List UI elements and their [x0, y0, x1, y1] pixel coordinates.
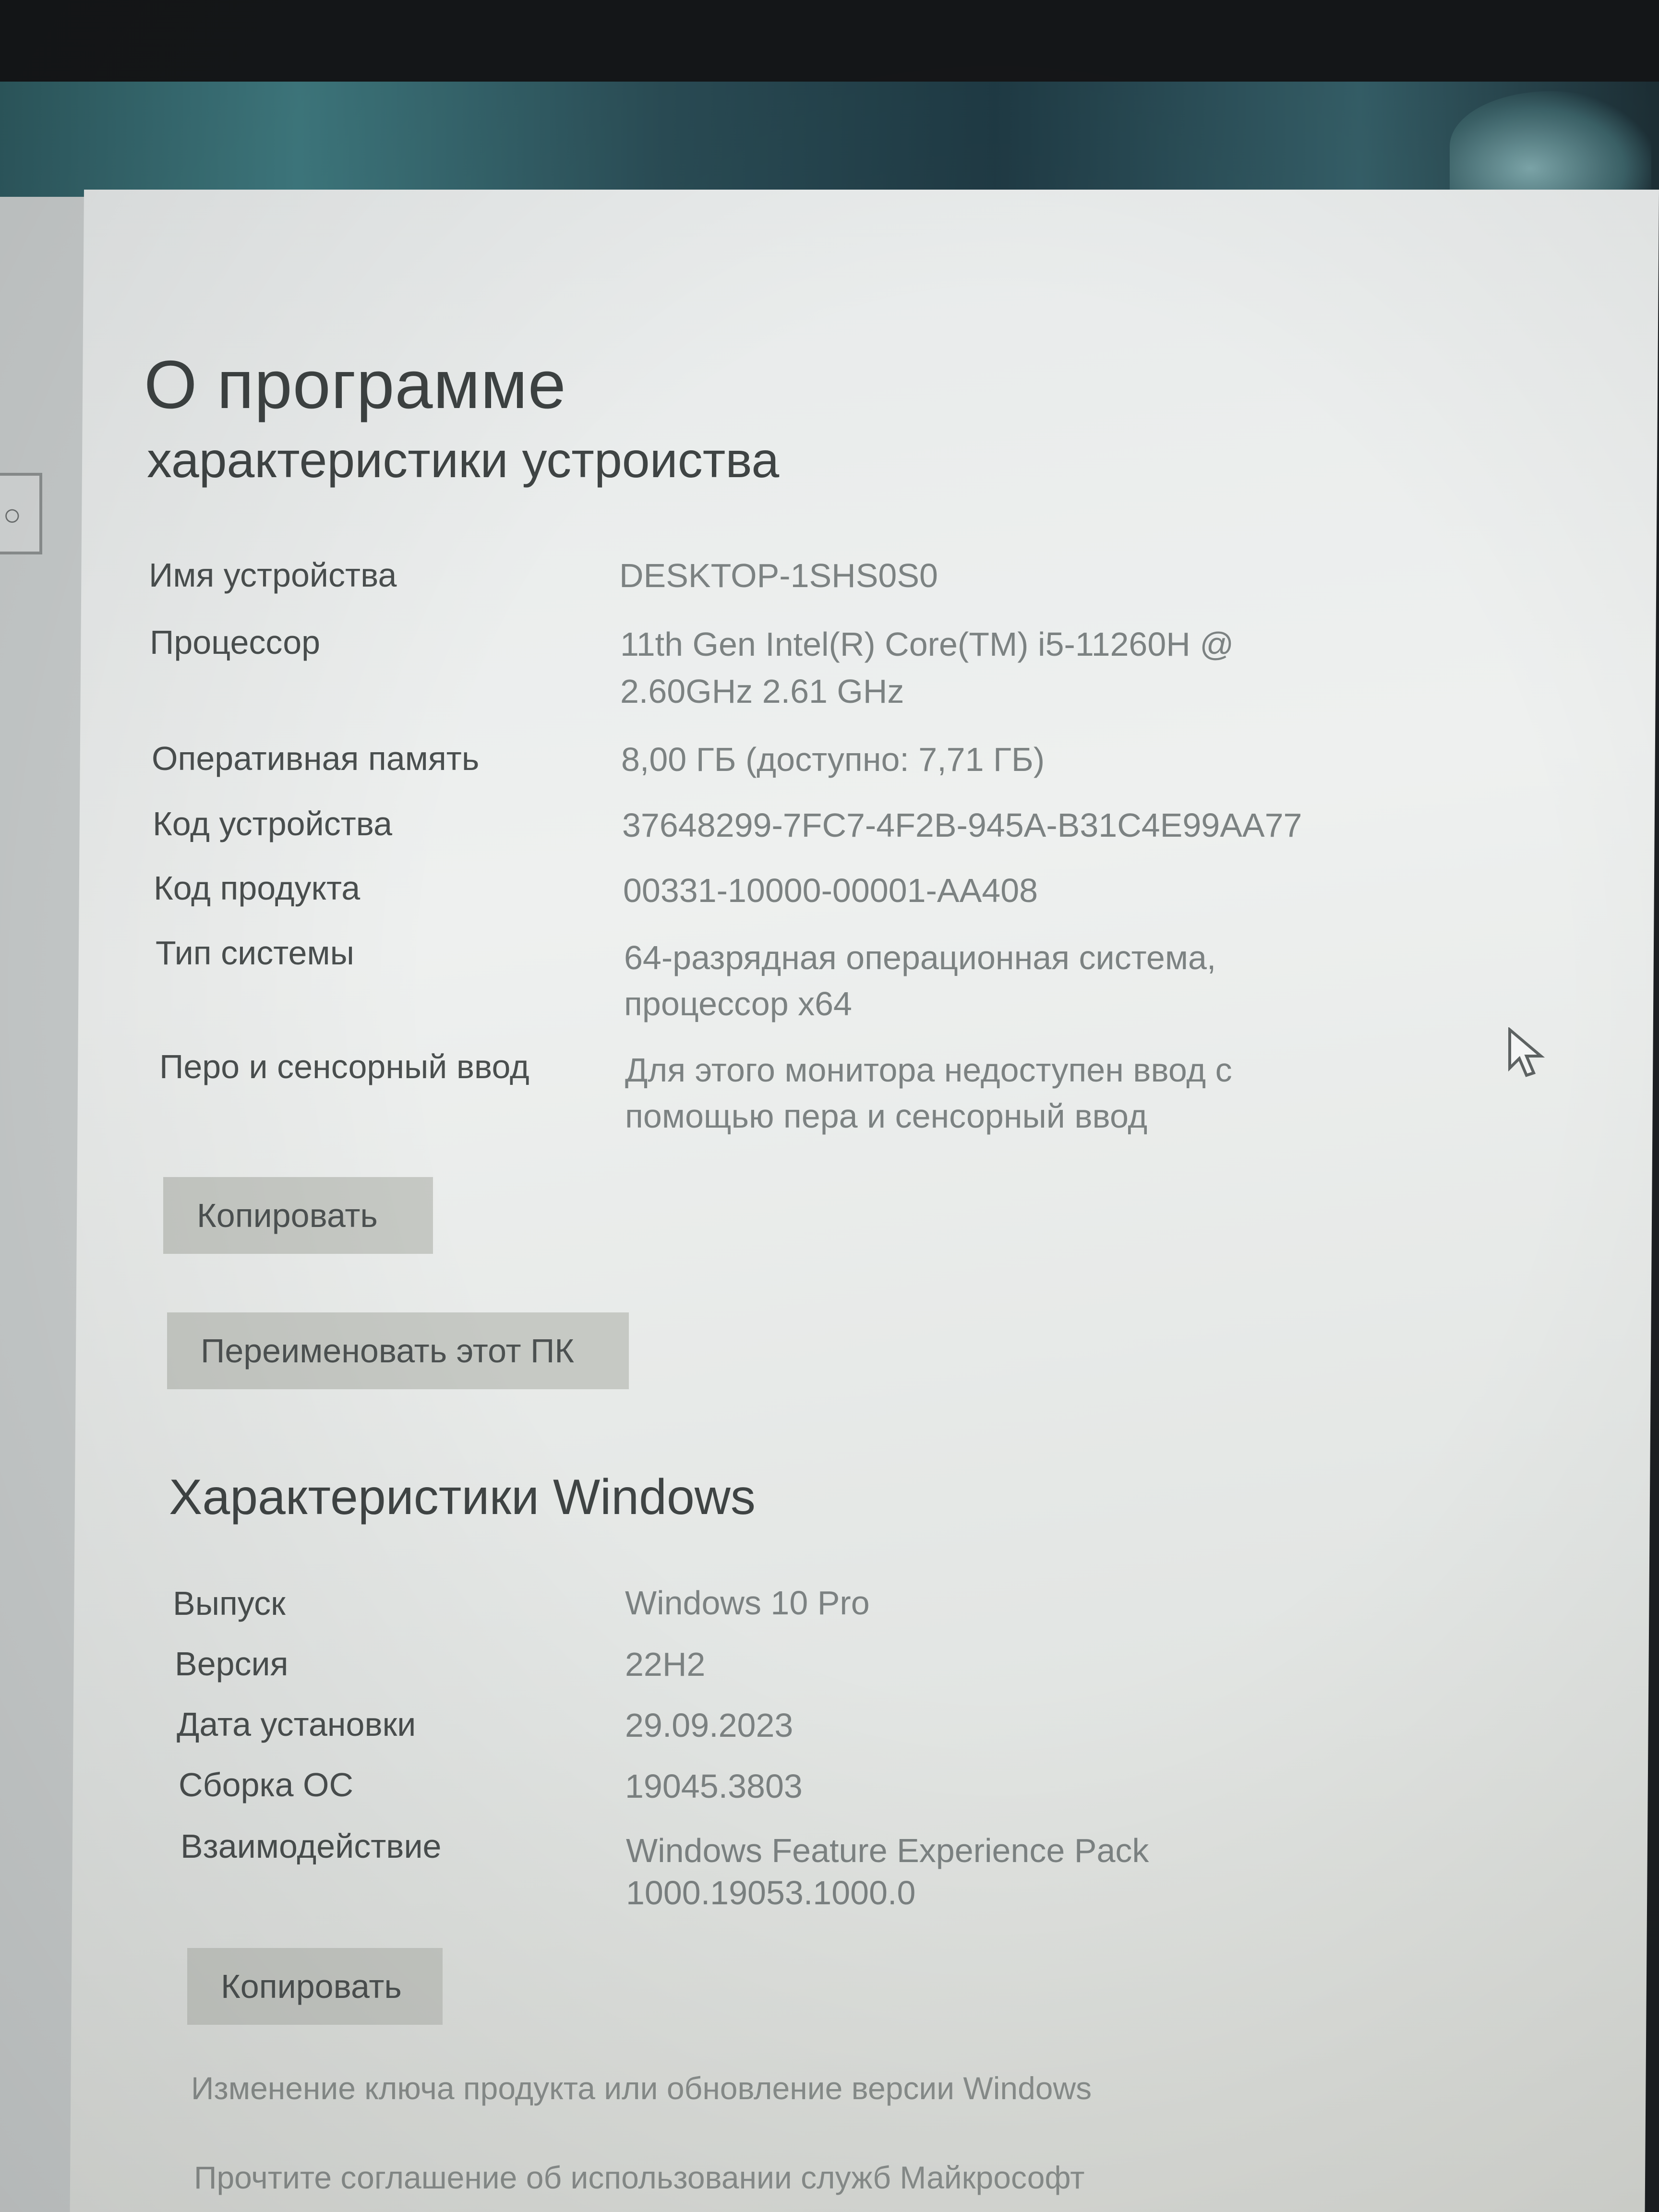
windows-specs-heading: Характеристики Windows: [169, 1469, 756, 1525]
wallpaper-wave: [1450, 91, 1651, 202]
system-type-value-line2: процессор x64: [624, 985, 852, 1022]
processor-label: Процессор: [150, 624, 321, 661]
version-value: 22H2: [625, 1646, 706, 1683]
device-id-value: 37648299-7FC7-4F2B-945A-B31C4E99AA77: [622, 806, 1302, 844]
pen-touch-label: Перо и сенсорный ввод: [159, 1048, 529, 1085]
processor-value: 11th Gen Intel(R) Core(TM) i5-11260H @: [620, 625, 1234, 663]
version-label: Версия: [175, 1645, 289, 1683]
experience-label: Взаимодействие: [180, 1827, 442, 1865]
services-agreement-link[interactable]: Прочтите соглашение об использовании слу…: [194, 2159, 1084, 2196]
page-title: О программе: [144, 347, 566, 423]
change-product-key-link[interactable]: Изменение ключа продукта или обновление …: [191, 2070, 1092, 2106]
edition-label: Выпуск: [173, 1585, 286, 1622]
rename-pc-button[interactable]: Переименовать этот ПК: [167, 1312, 629, 1389]
product-id-label: Код продукта: [154, 869, 361, 907]
pen-touch-value-line2: помощью пера и сенсорный ввод: [625, 1097, 1148, 1135]
processor-value-line2: 2.60GHz 2.61 GHz: [620, 673, 904, 710]
install-date-label: Дата установки: [177, 1706, 416, 1743]
system-type-label: Тип системы: [156, 934, 354, 972]
device-name-label: Имя устройства: [149, 556, 397, 594]
os-build-label: Сборка ОС: [179, 1766, 354, 1803]
ram-label: Оперативная память: [152, 740, 480, 777]
search-icon: ○: [3, 497, 22, 532]
ram-value: 8,00 ГБ (доступно: 7,71 ГБ): [621, 741, 1045, 778]
system-type-value: 64-разрядная операционная система,: [624, 939, 1216, 976]
sidebar-search-box[interactable]: ○: [0, 473, 42, 554]
pen-touch-value: Для этого монитора недоступен ввод с: [625, 1051, 1232, 1089]
install-date-value: 29.09.2023: [625, 1707, 793, 1744]
desktop-wallpaper: [0, 82, 1659, 197]
device-specs-heading: характеристики устроиства: [147, 433, 780, 488]
edition-value: Windows 10 Pro: [625, 1584, 870, 1622]
copy-device-specs-button[interactable]: Копировать: [163, 1177, 433, 1254]
experience-value: Windows Feature Experience Pack: [626, 1832, 1149, 1869]
product-id-value: 00331-10000-00001-AA408: [623, 872, 1038, 909]
device-id-label: Код устройства: [153, 805, 393, 842]
device-name-value: DESKTOP-1SHS0S0: [619, 557, 938, 594]
mouse-pointer-icon: [1508, 1027, 1545, 1077]
os-build-value: 19045.3803: [625, 1767, 803, 1805]
experience-value-line2: 1000.19053.1000.0: [626, 1874, 916, 1911]
copy-windows-specs-button[interactable]: Копировать: [187, 1948, 443, 2025]
